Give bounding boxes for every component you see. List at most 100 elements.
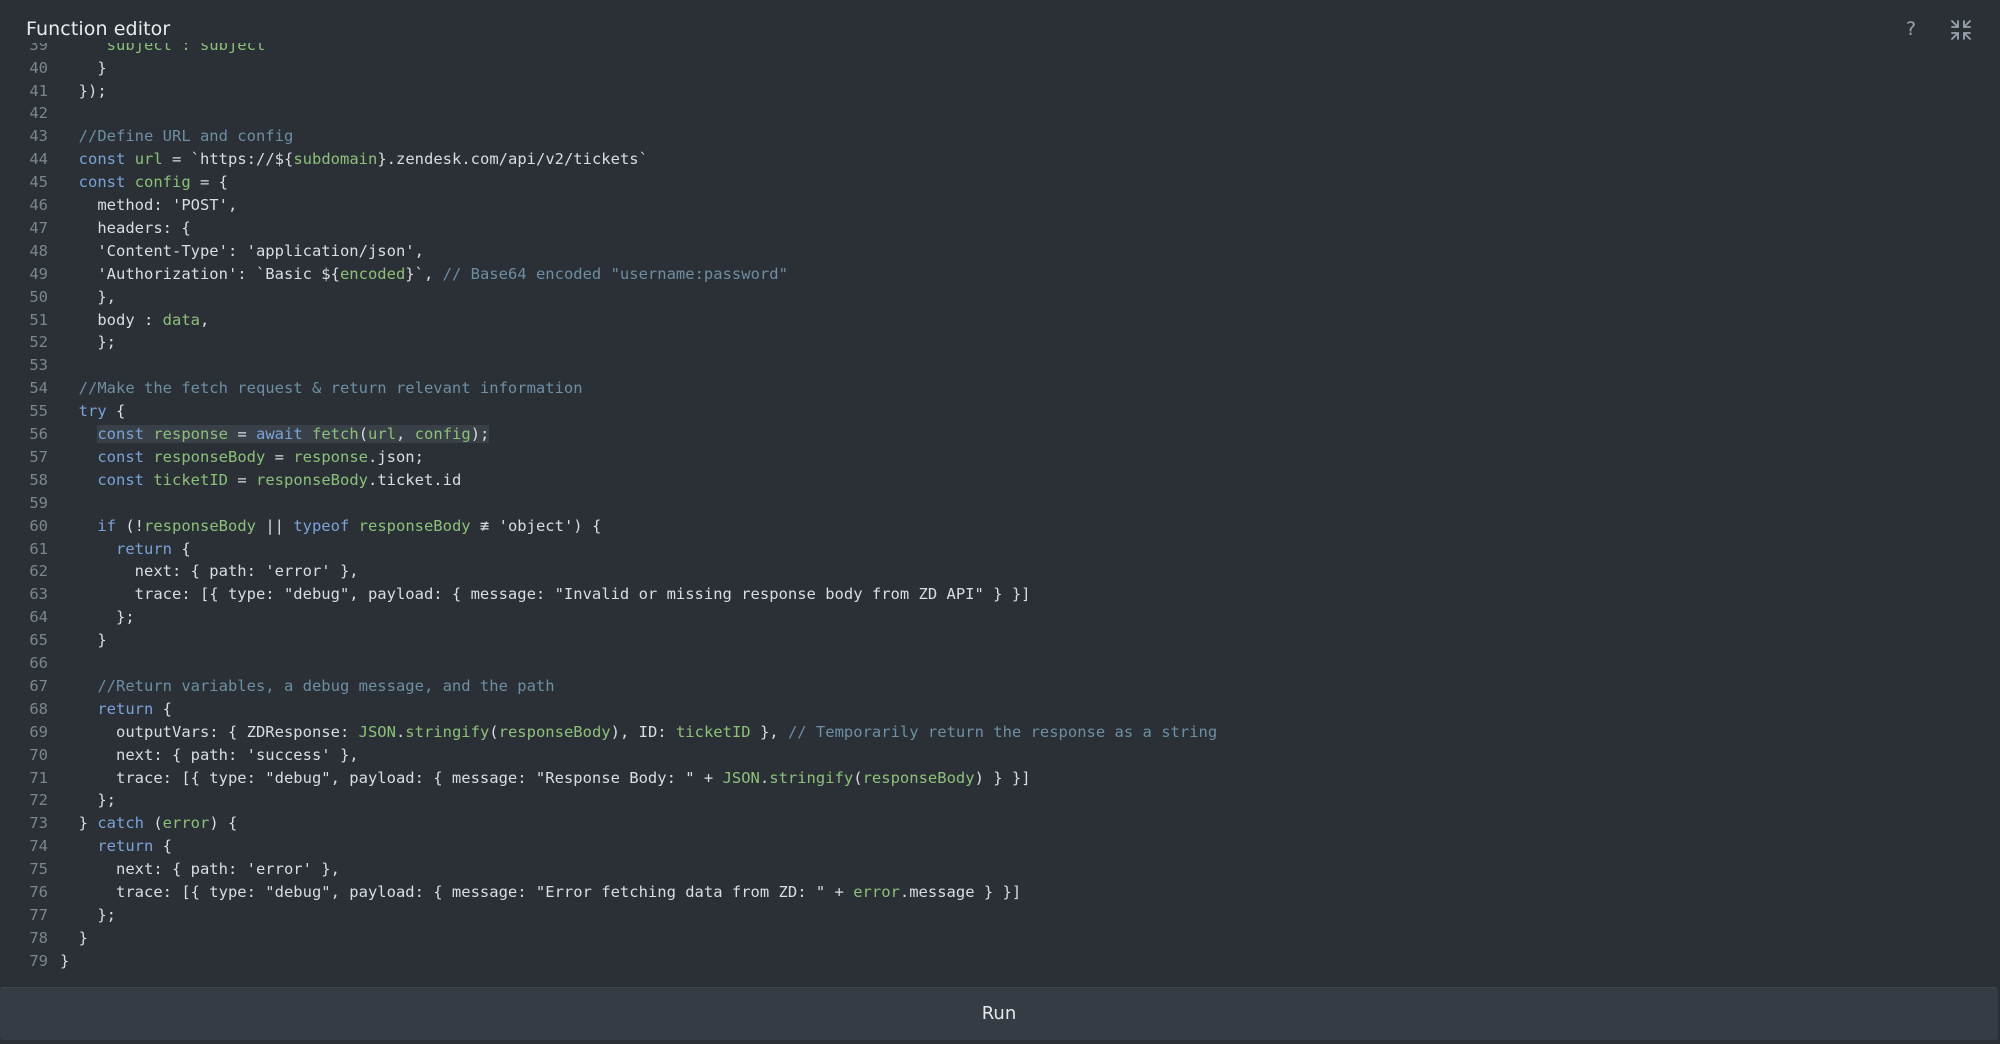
code-line[interactable]: 74 return { — [0, 835, 2000, 858]
code-token: subdomain — [293, 150, 378, 169]
code-token — [144, 425, 154, 443]
code-line[interactable]: 52 }; — [0, 331, 2000, 354]
code-line[interactable]: 66 — [0, 652, 2000, 675]
code-line[interactable]: 53 — [0, 354, 2000, 377]
line-number: 51 — [29, 310, 48, 329]
code-token: const — [97, 447, 144, 466]
line-number: 60 — [29, 516, 48, 535]
line-number: 71 — [29, 768, 48, 787]
code-token: } — [60, 928, 88, 947]
code-line[interactable]: 73 } catch (error) { — [0, 812, 2000, 835]
code-token: if — [97, 516, 116, 535]
code-text: }, — [60, 286, 116, 309]
code-token: //Return variables, a debug message, and… — [60, 676, 555, 695]
code-line[interactable]: 75 next: { path: 'error' }, — [0, 858, 2000, 881]
code-text: }; — [60, 331, 116, 354]
code-line[interactable]: 60 if (!responseBody || typeof responseB… — [0, 515, 2000, 538]
code-line[interactable]: 64 }; — [0, 606, 2000, 629]
code-line[interactable]: 71 trace: [{ type: "debug", payload: { m… — [0, 767, 2000, 790]
code-text: next: { path: 'error' }, — [60, 858, 340, 881]
code-line[interactable]: 49 'Authorization': `Basic ${encoded}`, … — [0, 263, 2000, 286]
code-token: , — [396, 425, 415, 443]
code-line[interactable]: 65 } — [0, 629, 2000, 652]
code-line[interactable]: 57 const responseBody = response.json; — [0, 446, 2000, 469]
code-line[interactable]: 50 }, — [0, 286, 2000, 309]
code-line[interactable]: 48 'Content-Type': 'application/json', — [0, 240, 2000, 263]
code-text: //Return variables, a debug message, and… — [60, 675, 555, 698]
code-line[interactable]: 43 //Define URL and config — [0, 125, 2000, 148]
code-line[interactable]: 61 return { — [0, 538, 2000, 561]
code-token: // Base64 encoded "username:password" — [442, 264, 788, 283]
code-line[interactable]: 39 'subject': subject — [0, 43, 2000, 57]
code-token: responseBody — [498, 722, 611, 741]
code-line[interactable]: 72 }; — [0, 789, 2000, 812]
code-line[interactable]: 42 — [0, 102, 2000, 125]
code-line[interactable]: 76 trace: [{ type: "debug", payload: { m… — [0, 881, 2000, 904]
code-token: }.zendesk.com/api/v2/tickets` — [377, 150, 648, 169]
line-number: 62 — [29, 562, 48, 581]
code-text: body : data, — [60, 309, 209, 332]
code-line[interactable]: 47 headers: { — [0, 217, 2000, 240]
code-line[interactable]: 56 const response = await fetch(url, con… — [0, 423, 2000, 446]
collapse-arrows-icon — [1951, 20, 1971, 40]
code-token: encoded — [339, 264, 406, 283]
code-line[interactable]: 62 next: { path: 'error' }, — [0, 560, 2000, 583]
code-token: ticketID — [675, 722, 751, 741]
code-token: .json; — [367, 447, 424, 466]
code-line[interactable]: 45 const config = { — [0, 171, 2000, 194]
code-line[interactable]: 55 try { — [0, 400, 2000, 423]
code-token: || — [255, 516, 294, 535]
line-number: 49 — [29, 264, 48, 283]
code-token: JSON — [722, 768, 760, 787]
code-line[interactable]: 69 outputVars: { ZDResponse: JSON.string… — [0, 721, 2000, 744]
line-number: 52 — [29, 333, 48, 352]
code-line[interactable]: 58 const ticketID = responseBody.ticket.… — [0, 469, 2000, 492]
code-line[interactable]: 79} — [0, 950, 2000, 973]
line-number: 59 — [29, 493, 48, 512]
code-token: { — [153, 699, 172, 718]
code-token: ( — [489, 722, 499, 741]
code-token: }; — [60, 791, 116, 810]
code-line[interactable]: 77 }; — [0, 904, 2000, 927]
code-line[interactable]: 63 trace: [{ type: "debug", payload: { m… — [0, 583, 2000, 606]
code-token: = { — [190, 173, 229, 192]
code-text: }; — [60, 789, 116, 812]
line-number: 74 — [29, 837, 48, 856]
line-number: 47 — [29, 218, 48, 237]
code-text: 'subject': subject — [60, 43, 265, 57]
collapse-icon[interactable] — [1950, 19, 1972, 41]
code-line[interactable]: 44 const url = `https://${subdomain}.zen… — [0, 148, 2000, 171]
code-line[interactable]: 51 body : data, — [0, 309, 2000, 332]
code-text: return { — [60, 835, 172, 858]
code-line[interactable]: 59 — [0, 492, 2000, 515]
line-number: 57 — [29, 447, 48, 466]
code-line[interactable]: 67 //Return variables, a debug message, … — [0, 675, 2000, 698]
run-button[interactable]: Run — [0, 987, 1998, 1040]
code-line[interactable]: 78 } — [0, 927, 2000, 950]
line-number: 77 — [29, 905, 48, 924]
code-text: headers: { — [60, 217, 191, 240]
code-token: body : — [60, 310, 163, 329]
code-line[interactable]: 70 next: { path: 'success' }, — [0, 744, 2000, 767]
help-icon[interactable]: ? — [1900, 17, 1922, 41]
line-number: 55 — [29, 402, 48, 421]
code-line[interactable]: 40 } — [0, 57, 2000, 80]
code-token: ticketID — [153, 470, 228, 489]
code-line[interactable]: 54 //Make the fetch request & return rel… — [0, 377, 2000, 400]
code-line[interactable]: 68 return { — [0, 698, 2000, 721]
code-line[interactable]: 46 method: 'POST', — [0, 194, 2000, 217]
code-token: const — [78, 150, 126, 169]
code-token: } — [60, 631, 107, 650]
code-line[interactable]: 41 }); — [0, 80, 2000, 103]
code-text: if (!responseBody || typeof responseBody… — [60, 515, 601, 538]
code-text: const ticketID = responseBody.ticket.id — [60, 469, 461, 492]
code-token: headers: { — [60, 218, 191, 237]
code-editor[interactable]: 39 'subject': subject 40 } 41 }); 42 43 //De… — [0, 43, 2000, 983]
code-token: await — [256, 425, 303, 443]
code-token: try — [78, 402, 107, 421]
code-token: method: 'POST', — [60, 196, 238, 214]
